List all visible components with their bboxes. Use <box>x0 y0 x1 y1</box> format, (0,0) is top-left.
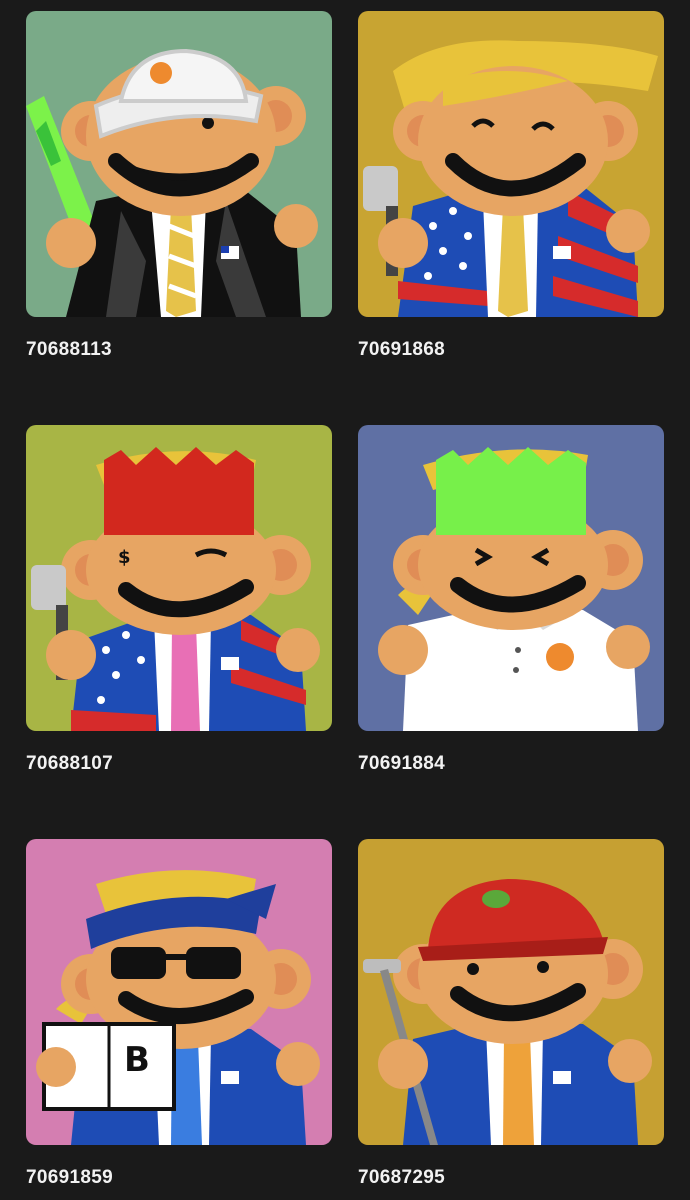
nft-card[interactable]: $ 70688107 <box>26 425 332 775</box>
nft-image[interactable] <box>358 11 664 317</box>
bitcoin-icon <box>546 643 574 671</box>
monkey-character-illustration: $ <box>26 425 332 731</box>
svg-text:B: B <box>124 1040 150 1080</box>
nft-card[interactable]: 70691884 <box>358 425 664 775</box>
nft-token-id[interactable]: 70691868 <box>358 339 664 361</box>
monkey-character-illustration <box>26 11 332 317</box>
nft-card[interactable]: B 70691859 <box>26 839 332 1189</box>
monkey-character-illustration <box>358 425 664 731</box>
nft-image[interactable] <box>358 425 664 731</box>
nft-token-id[interactable]: 70691859 <box>26 1167 332 1189</box>
monkey-character-illustration <box>358 839 664 1145</box>
nft-image[interactable]: $ <box>26 425 332 731</box>
nft-token-id[interactable]: 70688113 <box>26 339 332 361</box>
nft-card[interactable]: 70687295 <box>358 839 664 1189</box>
nft-token-id[interactable]: 70687295 <box>358 1167 664 1189</box>
nft-image[interactable]: B <box>26 839 332 1145</box>
monkey-character-illustration: B <box>26 839 332 1145</box>
monkey-character-illustration <box>358 11 664 317</box>
nft-token-id[interactable]: 70691884 <box>358 753 664 775</box>
nft-image[interactable] <box>358 839 664 1145</box>
nft-token-id[interactable]: 70688107 <box>26 753 332 775</box>
svg-text:$: $ <box>118 547 131 568</box>
nft-card[interactable]: 70691868 <box>358 11 664 361</box>
nft-image[interactable] <box>26 11 332 317</box>
nft-card[interactable]: 70688113 <box>26 11 332 361</box>
